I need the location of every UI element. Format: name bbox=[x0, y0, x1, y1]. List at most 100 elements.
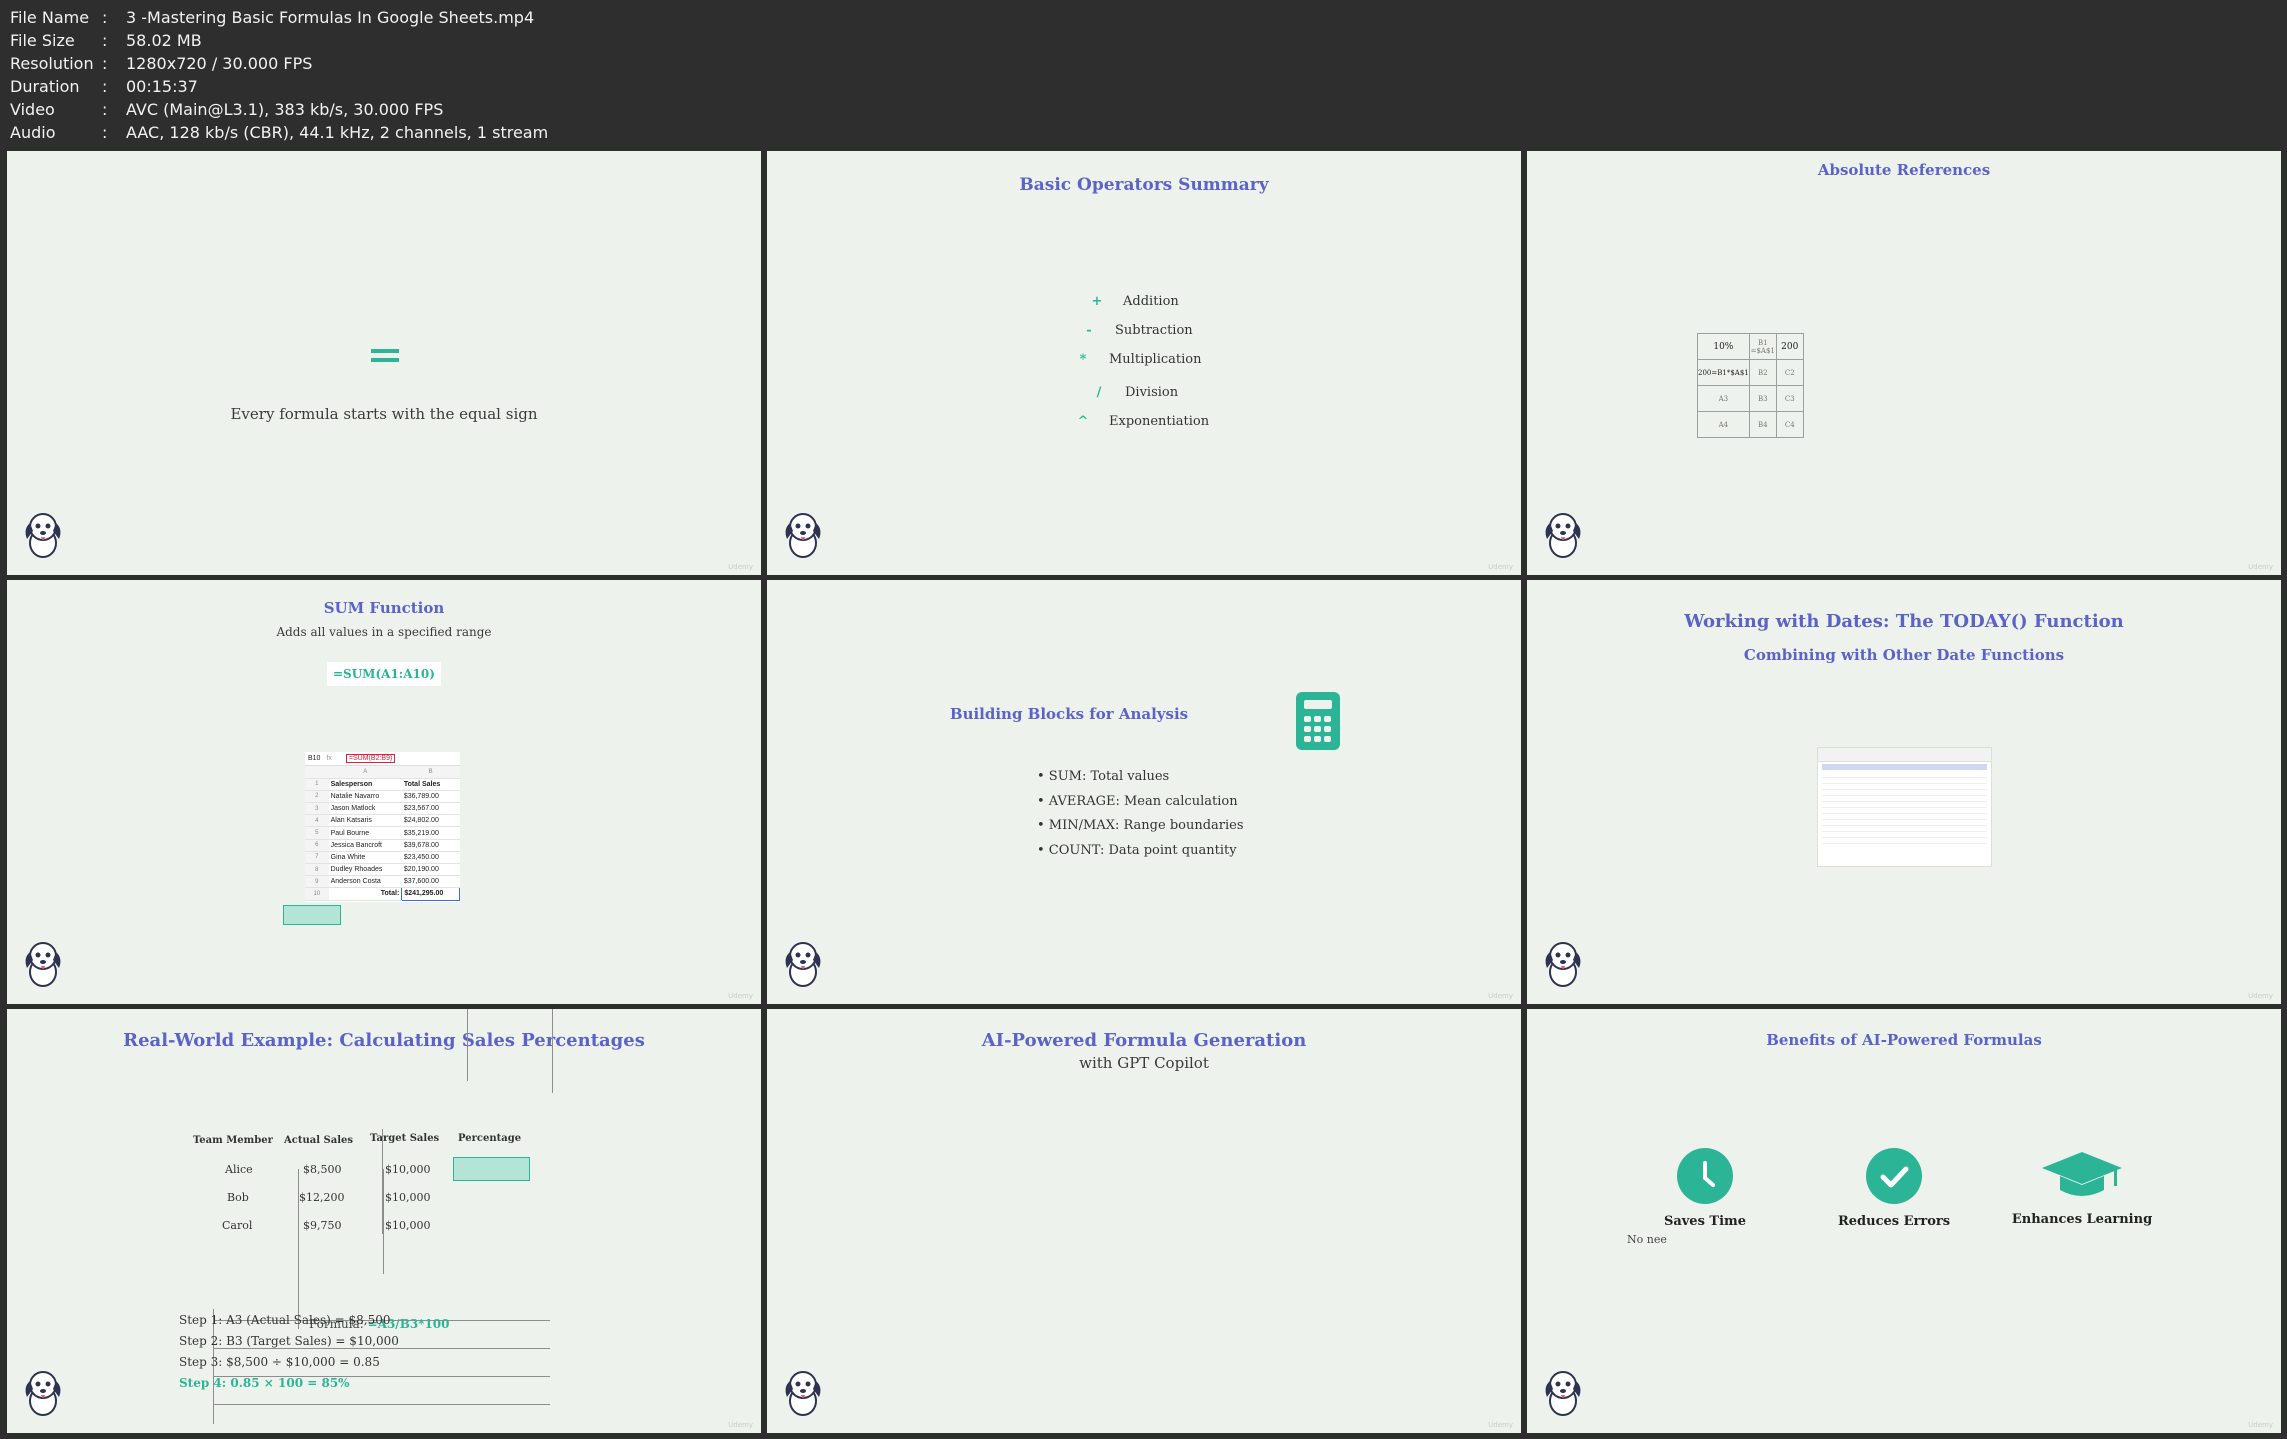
grid-cell: C3 bbox=[1775, 385, 1804, 412]
grid-cell: 10% bbox=[1697, 333, 1750, 360]
mascot-dog-icon bbox=[785, 513, 821, 558]
file-info-panel: File Name:3 -Mastering Basic Formulas In… bbox=[10, 6, 548, 144]
operator-label: Subtraction bbox=[1115, 323, 1193, 338]
table-cell: $36,789.00 bbox=[401, 790, 460, 804]
list-item: • AVERAGE: Mean calculation bbox=[1037, 793, 1238, 809]
list-item: • SUM: Total values bbox=[1037, 769, 1170, 784]
formula-bar: B10 fx =SUM(B2:B9) bbox=[305, 752, 460, 766]
table-cell: $10,000 bbox=[385, 1163, 431, 1176]
info-key: File Size bbox=[10, 31, 75, 50]
audio-row: Audio: AAC, 128 kb/s (CBR), 44.1 kHz, 2 c… bbox=[10, 123, 549, 142]
table-cell: Natalie Navarro bbox=[328, 790, 402, 804]
table-cell: Gina White bbox=[328, 851, 402, 865]
slide-title: Basic Operators Summary bbox=[1019, 175, 1269, 195]
thumbnail-ai-formula-generation[interactable]: AI-Powered Formula Generation with GPT C… bbox=[767, 1009, 1521, 1433]
column-header: Percentage bbox=[458, 1133, 522, 1144]
table-cell: Anderson Costa bbox=[328, 875, 402, 889]
percentage-cell-highlight bbox=[453, 1157, 530, 1181]
table-cell: $35,219.00 bbox=[401, 826, 460, 840]
benefit-label: Enhances Learning bbox=[2011, 1212, 2153, 1227]
file-size-row: File Size:58.02 MB bbox=[10, 31, 202, 50]
table-cell: Alice bbox=[225, 1163, 253, 1176]
thumbnail-absolute-references[interactable]: Absolute References 10% B1 =$A$1 200 200=B… bbox=[1527, 151, 2281, 575]
operator-addition: + Addition bbox=[1085, 294, 1179, 309]
operator-multiplication: * Multiplication bbox=[1071, 352, 1202, 367]
mascot-dog-icon bbox=[25, 513, 61, 558]
table-cell: Paul Bourne bbox=[328, 826, 402, 840]
step-line: Step 2: B3 (Target Sales) = $10,000 bbox=[179, 1334, 399, 1348]
grid-cell: B1 =$A$1 bbox=[1748, 333, 1777, 360]
table-cell: $8,500 bbox=[303, 1163, 342, 1176]
operator-label: Division bbox=[1125, 385, 1179, 400]
faded-text: No nee bbox=[1627, 1233, 1667, 1246]
calculation-steps: Step 1: A3 (Actual Sales) = $8,500 Step … bbox=[179, 1310, 399, 1394]
table-cell: Bob bbox=[227, 1191, 249, 1204]
table-cell: $24,802.00 bbox=[401, 814, 460, 828]
thumbnail-ai-benefits[interactable]: Benefits of AI-Powered Formulas Saves Ti… bbox=[1527, 1009, 2281, 1433]
step-line: Step 4: 0.85 × 100 = 85% bbox=[179, 1376, 350, 1390]
watermark: Udemy bbox=[728, 1421, 753, 1429]
function-list: • SUM: Total values • AVERAGE: Mean calc… bbox=[1037, 765, 1244, 863]
slide-subtitle: Adds all values in a specified range bbox=[276, 625, 492, 639]
info-value: 1280x720 / 30.000 FPS bbox=[126, 54, 313, 73]
thumbnail-building-blocks[interactable]: Building Blocks for Analysis • SUM: Tota… bbox=[767, 580, 1521, 1004]
watermark: Udemy bbox=[728, 563, 753, 571]
table-cell: Jessica Bancroft bbox=[328, 839, 402, 852]
cell-reference: B10 bbox=[308, 755, 321, 762]
highlight-box bbox=[283, 905, 341, 925]
operator-label: Addition bbox=[1123, 294, 1179, 309]
grid-cell: A3 bbox=[1697, 385, 1750, 412]
grid-cell: A4 bbox=[1697, 411, 1750, 438]
column-header: Team Member bbox=[193, 1135, 273, 1146]
info-key: Duration bbox=[10, 77, 80, 96]
operator-symbol: * bbox=[1079, 352, 1087, 367]
slide-subtitle: with GPT Copilot bbox=[1079, 1054, 1209, 1072]
slide-title: Absolute References bbox=[1817, 161, 1991, 179]
table-cell: $23,450.00 bbox=[401, 851, 460, 865]
thumbnail-sum-function[interactable]: SUM Function Adds all values in a specif… bbox=[7, 580, 761, 1004]
step-line: Step 1: A3 (Actual Sales) = $8,500 bbox=[179, 1313, 391, 1327]
operator-exponentiation: ^ Exponentiation bbox=[1071, 414, 1210, 429]
info-key: Resolution bbox=[10, 54, 94, 73]
graduation-cap-icon bbox=[2042, 1152, 2122, 1196]
slide-title: AI-Powered Formula Generation bbox=[981, 1030, 1307, 1051]
info-value: 3 -Mastering Basic Formulas In Google Sh… bbox=[126, 8, 535, 27]
column-header: Actual Sales bbox=[284, 1135, 353, 1146]
table-cell: Jason Matlock bbox=[328, 802, 402, 816]
file-name-row: File Name:3 -Mastering Basic Formulas In… bbox=[10, 8, 535, 27]
operator-symbol: + bbox=[1091, 294, 1103, 309]
watermark: Udemy bbox=[728, 992, 753, 1000]
operator-symbol: ^ bbox=[1077, 414, 1089, 429]
info-value: 00:15:37 bbox=[126, 77, 198, 96]
watermark: Udemy bbox=[2248, 992, 2273, 1000]
thumbnail-equal-sign[interactable]: Every formula starts with the equal sign… bbox=[7, 151, 761, 575]
resolution-row: Resolution:1280x720 / 30.000 FPS bbox=[10, 54, 313, 73]
mascot-dog-icon bbox=[25, 1371, 61, 1416]
watermark: Udemy bbox=[2248, 1421, 2273, 1429]
benefit-label: Saves Time bbox=[1663, 1214, 1747, 1229]
operator-subtraction: - Subtraction bbox=[1077, 323, 1193, 338]
slide-title: Building Blocks for Analysis bbox=[949, 705, 1189, 723]
table-cell: $10,000 bbox=[385, 1219, 431, 1232]
table-cell: $39,678.00 bbox=[401, 839, 460, 852]
grid-cell: B2 bbox=[1748, 359, 1777, 386]
thumbnail-sales-percentages[interactable]: Real-World Example: Calculating Sales Pe… bbox=[7, 1009, 761, 1433]
benefit-enhances-learning: Enhances Learning bbox=[2002, 1148, 2162, 1227]
benefit-saves-time: Saves Time bbox=[1625, 1148, 1785, 1229]
calculator-icon bbox=[1296, 692, 1340, 750]
reference-grid: 10% B1 =$A$1 200 200=B1*$A$1 B2 C2 A3 B3 C3 A4… bbox=[1697, 333, 1804, 438]
table-cell: Alan Katsaris bbox=[328, 814, 402, 828]
thumbnail-today-function[interactable]: Working with Dates: The TODAY() Function… bbox=[1527, 580, 2281, 1004]
bar-formula: =SUM(B2:B9) bbox=[345, 754, 396, 763]
thumbnail-basic-operators[interactable]: Basic Operators Summary + Addition - Subtr… bbox=[767, 151, 1521, 575]
mascot-dog-icon bbox=[785, 942, 821, 987]
info-value: AVC (Main@L3.1), 383 kb/s, 30.000 FPS bbox=[126, 100, 444, 119]
watermark: Udemy bbox=[2248, 563, 2273, 571]
table-cell: $37,600.00 bbox=[401, 875, 460, 889]
operator-symbol: / bbox=[1096, 385, 1102, 400]
spreadsheet-screenshot: B10 fx =SUM(B2:B9) AB 1 Salesperson Total … bbox=[305, 752, 460, 902]
total-label: Total: bbox=[328, 887, 402, 901]
table-cell: $20,190.00 bbox=[401, 863, 460, 877]
mascot-dog-icon bbox=[785, 1371, 821, 1416]
header-cell: Total Sales bbox=[401, 778, 460, 791]
